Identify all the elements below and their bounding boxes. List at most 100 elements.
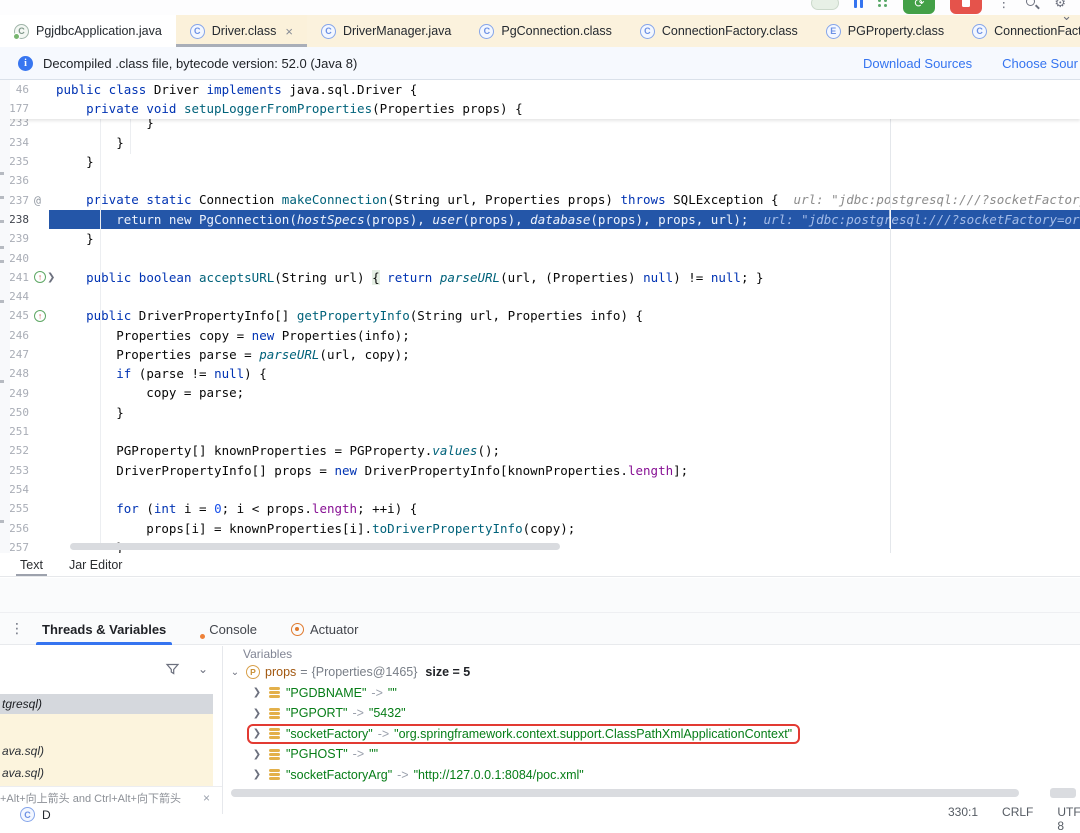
chevron-down-icon[interactable]: ⌄ <box>229 667 241 678</box>
editor-tab[interactable]: C PgjdbcApplication.java <box>0 15 176 47</box>
editor-tab[interactable]: C DriverManager.java <box>306 15 466 47</box>
code-line[interactable]: 241 ↑ ❯ public boolean acceptsURL(String u… <box>0 268 1080 287</box>
edge-mark <box>0 196 4 199</box>
code-line[interactable]: 46 public class Driver implements java.sq… <box>0 80 1080 99</box>
code-line[interactable]: 256 props[i] = knownProperties[i].toDriv… <box>0 519 1080 538</box>
chevron-right-icon[interactable]: ❯ <box>251 728 263 739</box>
view-tab-jar-editor[interactable]: Jar Editor <box>69 553 123 576</box>
code-text: props[i] = knownProperties[i].toDriverPr… <box>56 520 576 536</box>
frame-row[interactable]: ava.sql) <box>0 740 213 762</box>
gutter-icons: ↑ ❯ <box>34 271 56 284</box>
run-widget-pill[interactable] <box>811 0 840 10</box>
code-line[interactable]: 250 } <box>0 403 1080 422</box>
variable-root-row[interactable]: ⌄ Pprops = {Properties@1465} size = 5 <box>223 662 1080 683</box>
editor-tab[interactable]: C Driver.class × <box>175 15 308 47</box>
code-line[interactable]: 248 if (parse != null) { <box>0 364 1080 383</box>
debug-tab-console[interactable]: Console <box>188 613 269 645</box>
banner-link[interactable]: Download Sources <box>863 56 972 71</box>
editor-horizontal-scrollbar[interactable] <box>70 543 560 550</box>
line-separator[interactable]: CRLF <box>1002 805 1033 833</box>
close-icon[interactable]: × <box>203 791 210 805</box>
chevron-down-icon[interactable]: ⌄ <box>1061 8 1072 24</box>
editor-tab[interactable]: C ConnectionFactory.class <box>625 15 812 47</box>
fold-arrow-icon[interactable]: ❯ <box>47 272 55 283</box>
code-line[interactable]: 253 DriverPropertyInfo[] props = new Dri… <box>0 461 1080 480</box>
code-text: Properties parse = parseURL(url, copy); <box>56 346 410 362</box>
tab-label: PgjdbcApplication.java <box>36 24 162 38</box>
indent-guide <box>130 118 131 154</box>
tab-label: DriverManager.java <box>342 24 452 38</box>
code-text: Properties copy = new Properties(info); <box>56 327 410 343</box>
frame-row[interactable]: tgresql) <box>0 694 213 714</box>
stop-button[interactable] <box>950 0 983 14</box>
frame-row-partial[interactable]: C D <box>20 807 51 822</box>
edge-mark <box>0 380 4 383</box>
code-line[interactable]: 255 for (int i = 0; i < props.length; ++… <box>0 499 1080 518</box>
file-encoding[interactable]: UTF-8 <box>1057 805 1080 833</box>
variables-scrollbar-corner[interactable] <box>1050 788 1076 798</box>
chevron-right-icon[interactable]: ❯ <box>251 708 263 719</box>
pause-icon[interactable] <box>854 0 864 8</box>
entry-key: "PGPORT" <box>286 706 348 721</box>
variable-name: props <box>265 665 297 680</box>
code-line[interactable]: 240 <box>0 248 1080 267</box>
main-toolbar: ⟳ ⋮ ⚙ <box>0 0 1080 15</box>
code-line[interactable]: 251 <box>0 422 1080 441</box>
variable-row[interactable]: ❯ "socketFactoryArg" -> "http://127.0.0.1:8… <box>223 765 1080 786</box>
variable-row[interactable]: ❯ "socketFactory" -> "org.springframework.c… <box>223 723 1080 745</box>
tab-label: ConnectionFactoryImpl.clas <box>994 24 1080 38</box>
chevron-down-icon[interactable]: ⌄ <box>198 662 208 676</box>
banner-links: Download Sources Choose Sour <box>863 47 1078 80</box>
variable-row[interactable]: ❯ "PGPORT" -> "5432" <box>223 703 1080 724</box>
editor-tab[interactable]: E PGProperty.class <box>811 15 959 47</box>
debug-tab-threads-variables[interactable]: Threads & Variables <box>30 613 178 645</box>
code-line[interactable]: 233 } <box>0 119 1080 133</box>
variables-horizontal-scrollbar[interactable] <box>231 789 1019 797</box>
caret-position[interactable]: 330:1 <box>948 805 978 833</box>
code-line[interactable]: 246 Properties copy = new Properties(inf… <box>0 326 1080 345</box>
code-line[interactable]: 244 <box>0 287 1080 306</box>
code-line[interactable]: 245 ↑ public DriverPropertyInfo[] getProp… <box>0 306 1080 325</box>
chevron-right-icon[interactable]: ❯ <box>251 687 263 698</box>
code-line[interactable]: 234 } <box>0 133 1080 152</box>
chevron-right-icon[interactable]: ❯ <box>251 769 263 780</box>
code-line[interactable]: 177 private void setupLoggerFromProperti… <box>0 99 1080 118</box>
entry-value: "5432" <box>368 706 406 721</box>
code-editor[interactable]: 233 } 234 } 235 } 236 237 @ private static Co… <box>0 80 1080 553</box>
map-entry-icon <box>269 707 280 719</box>
chevron-right-icon[interactable]: ❯ <box>251 749 263 760</box>
close-icon[interactable]: × <box>285 24 293 39</box>
editor-tab[interactable]: C PgConnection.class <box>465 15 626 47</box>
implementing-method-icon[interactable]: ↑ <box>34 309 46 322</box>
class-icon: C <box>320 23 336 39</box>
entry-value: "" <box>387 685 397 700</box>
execution-line[interactable]: 238 return new PgConnection(hostSpecs(pr… <box>0 209 1080 230</box>
entry-key: "socketFactoryArg" <box>286 767 393 782</box>
code-line[interactable]: 249 copy = parse; <box>0 383 1080 402</box>
filter-icon[interactable] <box>165 662 180 676</box>
variable-row[interactable]: ❯ "PGHOST" -> "" <box>223 744 1080 765</box>
code-line[interactable]: 254 <box>0 480 1080 499</box>
annotation-icon[interactable]: @ <box>34 193 41 207</box>
implementing-method-icon[interactable]: ↑ <box>34 271 46 284</box>
more-icon[interactable]: ⋮ <box>10 620 24 637</box>
highlighted-row-content: ❯ "socketFactory" -> "org.springframework.c… <box>247 723 801 744</box>
variable-row[interactable]: ❯ "PGDBNAME" -> "" <box>223 683 1080 704</box>
view-tab-text[interactable]: Text <box>16 553 47 576</box>
code-line[interactable]: 239 } <box>0 229 1080 248</box>
search-icon[interactable] <box>1025 0 1041 10</box>
frame-row[interactable] <box>0 714 213 740</box>
code-line[interactable]: 236 <box>0 171 1080 190</box>
code-line[interactable]: 252 PGProperty[] knownProperties = PGPro… <box>0 441 1080 460</box>
frame-row[interactable]: ava.sql) <box>0 762 213 784</box>
services-icon[interactable] <box>878 0 888 7</box>
code-line[interactable]: 237 @ private static Connection makeConne… <box>0 190 1080 209</box>
row-content: ❯ "PGPORT" -> "5432" <box>251 706 406 721</box>
banner-link[interactable]: Choose Sour <box>1002 56 1078 71</box>
rerun-button[interactable]: ⟳ <box>903 0 936 14</box>
code-text: } <box>56 153 94 169</box>
code-line[interactable]: 235 } <box>0 152 1080 171</box>
more-icon[interactable]: ⋮ <box>997 0 1010 11</box>
debug-tab-actuator[interactable]: Actuator <box>279 613 370 645</box>
code-line[interactable]: 247 Properties parse = parseURL(url, cop… <box>0 345 1080 364</box>
